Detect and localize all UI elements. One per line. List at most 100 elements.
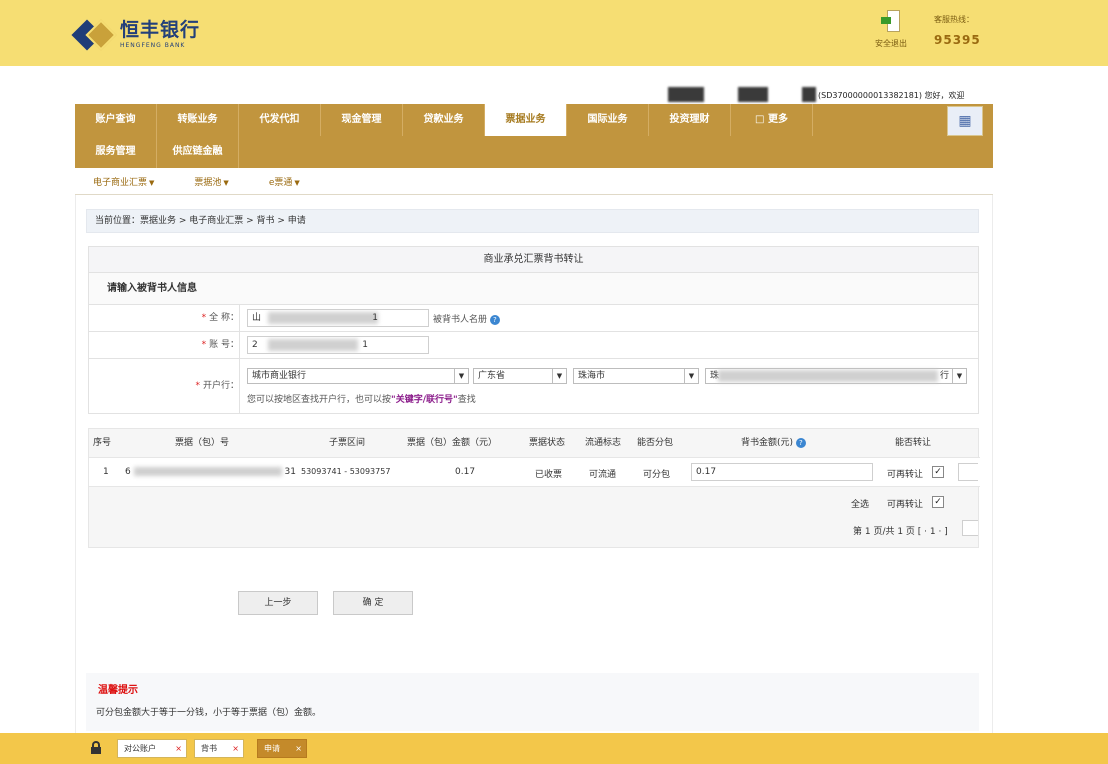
bank-hint: 您可以按地区查找开户行，也可以按"关键字/联行号"查找 [247, 395, 476, 405]
chevron-down-icon: ▼ [552, 369, 566, 383]
row-index: 1 [103, 467, 109, 477]
account-no-row: * 账 号： 2 1 [89, 332, 978, 359]
hotline-number: 95395 [934, 33, 981, 47]
bottom-tab-account[interactable]: 对公账户 × [117, 739, 187, 758]
notice-title: 温馨提示 [98, 685, 138, 696]
col-header-bill-no: 票据（包）号 [175, 438, 230, 448]
city-select[interactable]: 珠海市 ▼ [573, 368, 699, 384]
col-header-transfer: 能否转让 [895, 438, 932, 448]
col-header-index: 序号 [93, 438, 112, 448]
bank-type-select[interactable]: 城市商业银行 ▼ [247, 368, 469, 384]
lock-icon[interactable] [91, 741, 101, 754]
endorse-amount-input[interactable]: 0.17 [691, 463, 873, 481]
close-icon[interactable]: × [295, 740, 302, 757]
col-header-split: 能否分包 [637, 438, 674, 448]
bill-table: 序号 票据（包）号 子票区间 票据（包）金额（元） 票据状态 流通标志 能否分包… [88, 428, 980, 548]
col-header-endorse-amount: 背书金额(元) ? [741, 429, 806, 457]
close-icon[interactable]: × [175, 740, 182, 757]
province-select[interactable]: 广东省 ▼ [473, 368, 567, 384]
user-avatar-redacted [668, 87, 704, 102]
notice-text: 可分包金额大于等于一分钱，小于等于票据（包）金额。 [96, 708, 322, 718]
user-redacted [802, 87, 816, 102]
pagination: 第 1 页/共 1 页 [ · 1 · ] [853, 527, 948, 537]
exit-icon [881, 10, 901, 32]
chevron-down-icon: ▼ [952, 369, 966, 383]
nav-item-6[interactable]: 国际业务 [567, 104, 649, 136]
row-range: 53093741 - 53093757 [301, 467, 391, 476]
grid-menu-button[interactable]: ▦ [947, 106, 983, 136]
row-bill-no: 6 31 [125, 467, 296, 477]
col-header-amount: 票据（包）金额（元） [407, 438, 498, 448]
bottom-tab-apply[interactable]: 申请 × [257, 739, 307, 758]
subnav-label: 电子商业汇票 [93, 177, 148, 188]
nav-item-0[interactable]: 账户查询 [75, 104, 157, 136]
select-all-value: 可再转让 [887, 500, 924, 510]
account-no-input[interactable]: 2 1 [247, 336, 429, 354]
bottom-tab-endorse[interactable]: 背书 × [194, 739, 244, 758]
row-checkbox[interactable]: ✓ [932, 466, 944, 478]
bank-logo-icon [71, 18, 117, 52]
caret-down-icon: ▼ [149, 178, 155, 187]
exit-button[interactable]: 安全退出 [868, 10, 914, 49]
nav-row-2: 服务管理 供应链金融 [75, 136, 239, 168]
user-info: (SD37000000013382181) 您好，欢迎 [818, 91, 965, 100]
hotline: 客服热线： 95395 [934, 14, 981, 47]
endorse-form: 商业承兑汇票背书转让 请输入被背书人信息 * 全 称： 山 1 被背书人名册 ? … [88, 246, 979, 414]
help-icon[interactable]: ? [489, 314, 500, 325]
nav-item-1[interactable]: 转账业务 [157, 104, 239, 136]
keyword-search-link[interactable]: "关键字/联行号" [391, 395, 458, 405]
caret-down-icon: ▼ [294, 178, 300, 187]
account-name-label: * 全 称： [201, 313, 239, 323]
subnav-label: 票据池 [194, 177, 222, 188]
nav-item-8[interactable]: □ 更多 [731, 104, 813, 136]
col-header-range: 子票区间 [329, 438, 366, 448]
chevron-down-icon: ▼ [454, 369, 468, 383]
prev-button[interactable]: 上一步 [238, 591, 318, 615]
row-flow: 可流通 [589, 470, 617, 480]
bottom-task-bar: 对公账户 × 背书 × 申请 × [0, 733, 1108, 764]
bank-logo: 恒丰银行 HENGFENG BANK [71, 18, 201, 52]
select-all-checkbox[interactable]: ✓ [932, 496, 944, 508]
nav-item-row2-1[interactable]: 供应链金融 [157, 136, 239, 168]
account-name-input[interactable]: 山 1 [247, 309, 429, 327]
sub-nav: 电子商业汇票 ▼ 票据池 ▼ e票通 ▼ [75, 168, 993, 195]
form-subtitle: 请输入被背书人信息 [89, 273, 978, 305]
main-content: 当前位置：票据业务 > 电子商业汇票 > 背书 > 申请 商业承兑汇票背书转让 … [75, 195, 993, 733]
nav-item-4[interactable]: 贷款业务 [403, 104, 485, 136]
top-header: 恒丰银行 HENGFENG BANK 安全退出 客服热线： 95395 [0, 0, 1108, 66]
select-all-label: 全选 [851, 500, 870, 510]
help-icon[interactable]: ? [795, 437, 806, 448]
bank-row: * 开户行： 城市商业银行 ▼ 广东省 ▼ 珠海市 ▼ 珠 行 ▼ 您可以按地区查找开户… [89, 359, 978, 413]
bank-label: * 开户行： [195, 381, 239, 391]
nav-item-row2-0[interactable]: 服务管理 [75, 136, 157, 168]
confirm-button[interactable]: 确 定 [333, 591, 413, 615]
main-nav: 账户查询 转账业务 代发代扣 现金管理 贷款业务 票据业务 国际业务 投资理财 □ 更多 服务管… [75, 104, 993, 168]
nav-item-5[interactable]: 票据业务 [485, 104, 567, 136]
nav-item-2[interactable]: 代发代扣 [239, 104, 321, 136]
chevron-down-icon: ▼ [684, 369, 698, 383]
page-input[interactable] [962, 520, 978, 536]
bank-name-en: HENGFENG BANK [120, 42, 186, 49]
nav-row-1: 账户查询 转账业务 代发代扣 现金管理 贷款业务 票据业务 国际业务 投资理财 □ 更多 [75, 104, 813, 136]
subnav-item-2[interactable]: e票通 ▼ [269, 175, 300, 188]
exit-label: 安全退出 [875, 39, 907, 48]
bank-name: 恒丰银行 [120, 19, 201, 41]
subnav-label: e票通 [268, 177, 293, 188]
user-redacted [738, 87, 768, 102]
nav-item-3[interactable]: 现金管理 [321, 104, 403, 136]
close-icon[interactable]: × [232, 740, 239, 757]
grid-icon: ▦ [958, 113, 972, 129]
caret-down-icon: ▼ [223, 178, 229, 187]
bank-branch-select[interactable]: 珠 行 ▼ [705, 368, 967, 384]
form-title: 商业承兑汇票背书转让 [89, 247, 978, 273]
breadcrumb: 当前位置：票据业务 > 电子商业汇票 > 背书 > 申请 [86, 209, 979, 233]
row-extra-input[interactable] [958, 463, 978, 481]
row-split: 可分包 [643, 470, 671, 480]
subnav-item-0[interactable]: 电子商业汇票 ▼ [93, 175, 154, 188]
account-no-label: * 账 号： [201, 340, 239, 350]
account-name-row: * 全 称： 山 1 被背书人名册 ? [89, 305, 978, 332]
hotline-label: 客服热线： [934, 15, 974, 24]
account-name-hint[interactable]: 被背书人名册 ? [433, 312, 500, 325]
nav-item-7[interactable]: 投资理财 [649, 104, 731, 136]
subnav-item-1[interactable]: 票据池 ▼ [194, 175, 228, 188]
